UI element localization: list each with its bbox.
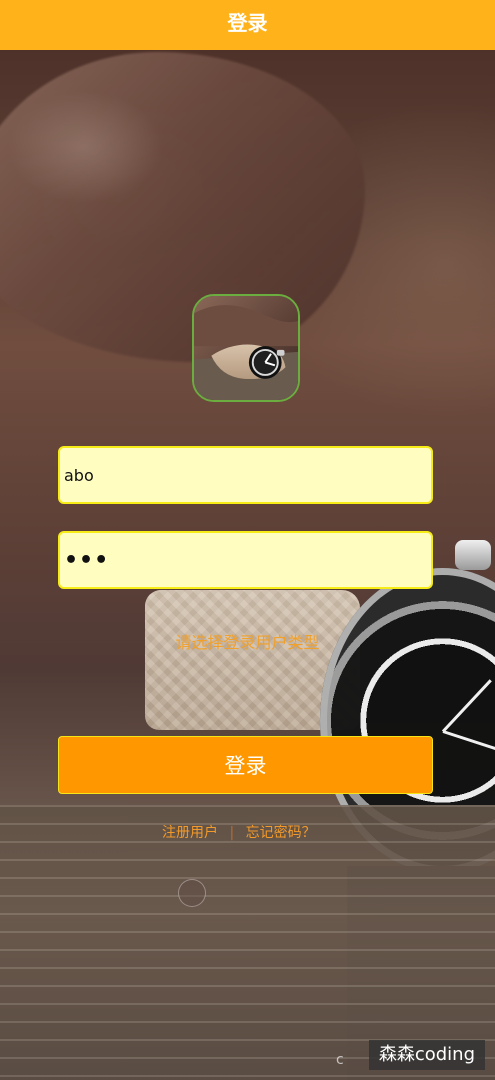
background-watch-crown bbox=[455, 540, 491, 570]
watermark: 森森coding bbox=[368, 1040, 485, 1070]
password-value: ••• bbox=[64, 547, 110, 573]
register-link[interactable]: 注册用户 bbox=[162, 825, 218, 841]
page-title: 登录 bbox=[0, 0, 495, 50]
link-separator: | bbox=[229, 825, 235, 841]
password-input[interactable]: ••• bbox=[58, 531, 433, 589]
auth-links: 注册用户 | 忘记密码？ bbox=[162, 822, 316, 842]
username-value: abo bbox=[64, 465, 94, 485]
forgot-password-link[interactable]: 忘记密码？ bbox=[246, 825, 316, 841]
user-type-selector[interactable]: 请选择登录用户类型 bbox=[0, 629, 495, 653]
app-screen: 登录 abo ••• 请选择登录用户类型 登录 注册用户 | 忘记密码？ c 森… bbox=[0, 0, 495, 1080]
background-watch-hands bbox=[443, 730, 444, 731]
username-input[interactable]: abo bbox=[58, 446, 433, 504]
watch-photo-icon bbox=[192, 294, 300, 402]
edge-text: c bbox=[336, 1052, 344, 1068]
loading-dot-icon bbox=[178, 879, 206, 907]
login-button[interactable]: 登录 bbox=[58, 736, 433, 794]
